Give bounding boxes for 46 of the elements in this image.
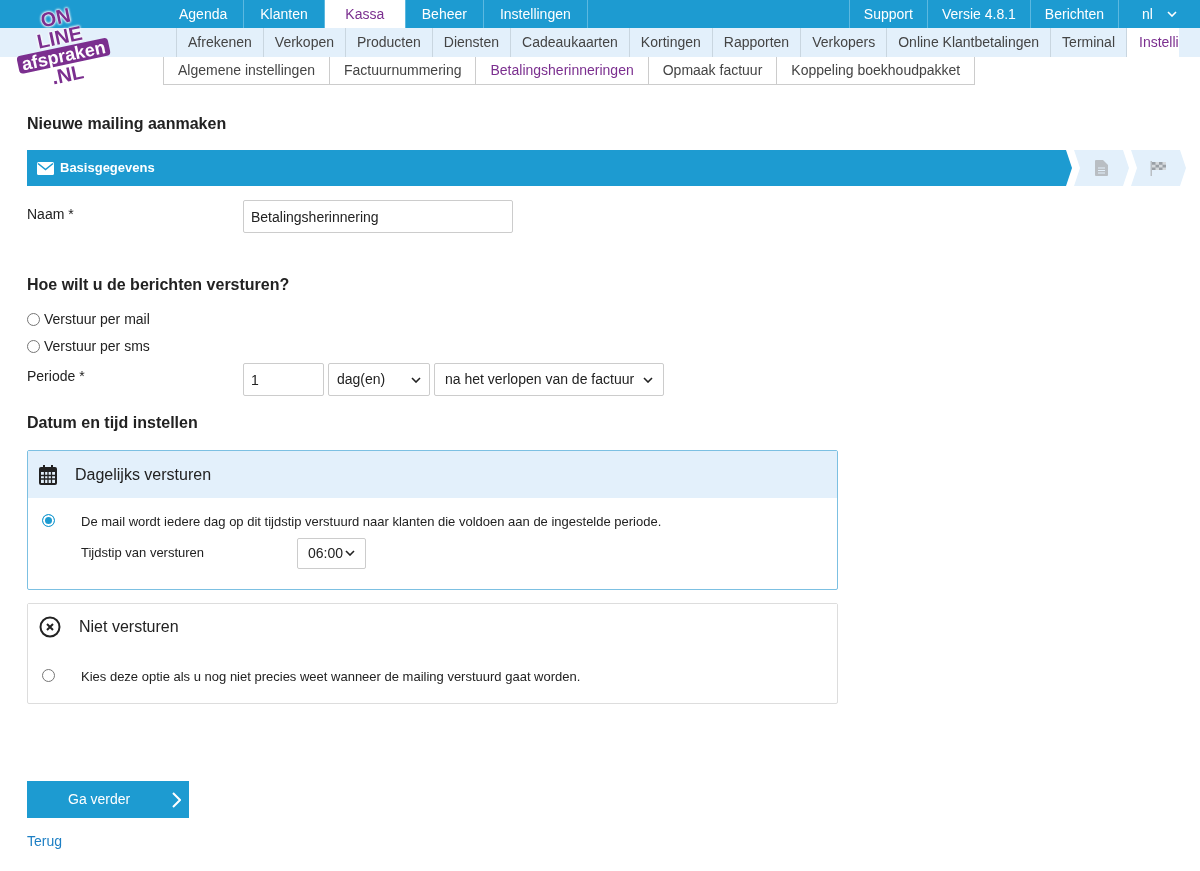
page-title: Nieuwe mailing aanmaken	[27, 114, 228, 134]
sub-nav-tab[interactable]: Producten	[345, 28, 432, 57]
sub-nav-tab[interactable]: Verkopen	[262, 28, 345, 57]
calendar-icon	[39, 464, 57, 485]
cancel-icon	[39, 616, 61, 638]
section-title: Hoe wilt u de berichten versturen?	[27, 275, 291, 295]
option-description: Kies deze optie als u nog niet precies weet wanneer de mailing verstuurd gaat worden.	[81, 667, 581, 686]
document-icon	[1095, 160, 1108, 176]
chevron-right-icon	[172, 791, 181, 808]
chevron-down-icon	[643, 376, 653, 383]
chevron-down-icon	[1166, 11, 1177, 17]
chevron-down-icon	[345, 550, 355, 556]
section-title: Datum en tijd instellen	[27, 413, 199, 433]
sub-nav-tab[interactable]: Diensten	[431, 28, 511, 57]
field-label: Tijdstip van versturen	[81, 543, 206, 562]
unit-select[interactable]: dag(en)	[328, 363, 430, 396]
option-description: De mail wordt iedere dag op dit tijdstip verstuurd naar klanten die voldoen aan de ingestelde periode.	[81, 513, 662, 531]
nav-tab[interactable]: Kassa	[324, 0, 406, 28]
chevron-down-icon	[411, 376, 421, 383]
option-title: Niet versturen	[79, 617, 179, 637]
settings-tab[interactable]: Algemene instellingen	[163, 57, 330, 85]
field-label: Periode *	[27, 367, 86, 386]
time-select[interactable]: 06:00	[297, 537, 366, 569]
radio-button[interactable]	[27, 312, 40, 326]
radio-label: Verstuur per sms	[44, 336, 150, 356]
sub-nav-tab[interactable]: Instelli	[1126, 28, 1179, 57]
checkered-flag-icon	[1150, 160, 1167, 176]
sub-nav-tab[interactable]: Online Klantbetalingen	[886, 28, 1051, 57]
sub-nav-tab[interactable]: Afrekenen	[176, 28, 263, 57]
sub-nav-tab[interactable]: Kortingen	[628, 28, 712, 57]
back-link[interactable]: Terug	[27, 831, 63, 852]
sub-nav-tab[interactable]: Cadeaukaarten	[510, 28, 629, 57]
envelope-icon	[37, 161, 54, 175]
name-field[interactable]: Betalingsherinnering	[243, 200, 513, 233]
sub-nav-tab[interactable]: Verkopers	[800, 28, 887, 57]
radio-button[interactable]	[27, 339, 40, 353]
radio-button[interactable]	[42, 514, 55, 527]
field-label: Naam *	[27, 205, 75, 224]
step-label: Basisgegevens	[60, 159, 155, 178]
radio-button[interactable]	[42, 668, 55, 682]
option-title: Dagelijks versturen	[75, 464, 212, 485]
sub-nav-tab[interactable]: Rapporten	[711, 28, 801, 57]
period-field[interactable]: 1	[243, 363, 324, 396]
radio-label: Verstuur per mail	[44, 309, 150, 329]
relation-select[interactable]: na het verlopen van de factuur	[434, 363, 664, 396]
settings-tab[interactable]: Koppeling boekhoudpakket	[776, 57, 976, 85]
